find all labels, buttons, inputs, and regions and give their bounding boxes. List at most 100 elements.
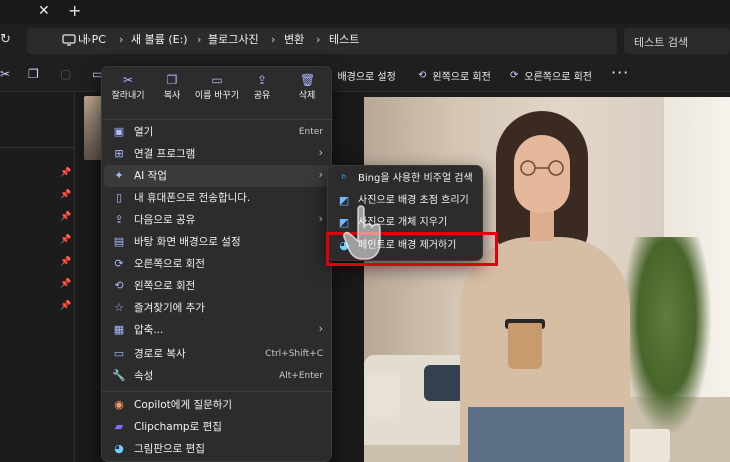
close-tab-icon[interactable]: ✕	[38, 4, 52, 18]
copy-label: 복사	[163, 91, 181, 101]
copy-button[interactable]: ❐ 복사	[149, 73, 195, 113]
set-background-button[interactable]: ▣ 배경으로 설정	[322, 66, 396, 84]
menu-item-open-with[interactable]: ⊞ 연결 프로그램 ›	[104, 143, 331, 165]
pin-icon[interactable]: 📌	[60, 212, 71, 222]
menu-item-label: 열기	[134, 126, 154, 138]
zip-icon: ▦	[113, 323, 125, 336]
shortcut-label: Alt+Enter	[279, 371, 323, 381]
hand-cursor-icon	[343, 205, 381, 260]
plant	[622, 237, 712, 437]
menu-item-ai-actions[interactable]: ✦ AI 작업 ›	[104, 165, 331, 187]
set-background-label: 배경으로 설정	[337, 71, 396, 83]
pin-icon[interactable]: 📌	[60, 190, 71, 200]
menu-item-label: 경로로 복사	[134, 348, 186, 360]
glasses	[520, 160, 564, 176]
menu-item-set-wallpaper[interactable]: ▤ 바탕 화면 배경으로 설정	[104, 231, 331, 253]
search-placeholder: 테스트 검색	[634, 36, 689, 49]
copy-icon: ❐	[166, 73, 178, 87]
menu-divider	[102, 391, 333, 392]
rotate-left-icon: ⟲	[418, 69, 427, 81]
address-row: ↻ › 내 PC › 새 볼륨 (E:) › 블로그사진 › 변환 › 테스트 …	[0, 24, 730, 58]
menu-item-add-favorites[interactable]: ☆ 즐겨찾기에 추가	[104, 297, 331, 319]
chevron-right-icon: ›	[318, 168, 323, 181]
chevron-right-icon: ›	[119, 33, 124, 46]
chevron-right-icon: ›	[318, 146, 323, 159]
menu-item-open[interactable]: ▣ 열기 Enter	[104, 121, 331, 143]
shortcut-label: Ctrl+Shift+C	[265, 349, 323, 359]
share-icon: ⇪	[256, 73, 268, 87]
rename-icon: ▭	[211, 73, 223, 87]
breadcrumb-blog-photos[interactable]: 블로그사진	[208, 33, 259, 47]
scissors-icon: ✂	[122, 73, 134, 87]
menu-item-share-with[interactable]: ⇪ 다음으로 공유 ›	[104, 209, 331, 231]
shortcut-label: Enter	[298, 127, 323, 137]
rotate-right-label: 오른쪽으로 회전	[524, 71, 592, 83]
breadcrumb-test[interactable]: 테스트	[329, 33, 359, 47]
pin-icon[interactable]: 📌	[60, 257, 71, 267]
search-input[interactable]: 테스트 검색	[624, 28, 730, 54]
menu-item-copilot[interactable]: ◉ Copilot에게 질문하기	[104, 394, 331, 416]
menu-item-rotate-right[interactable]: ⟳ 오른쪽으로 회전	[104, 253, 331, 275]
menu-item-label: 내 휴대폰으로 전송합니다.	[134, 192, 251, 204]
pin-icon[interactable]: 📌	[60, 301, 71, 311]
breadcrumb-this-pc[interactable]: 내 PC	[78, 33, 106, 47]
rotate-left-label: 왼쪽으로 회전	[432, 71, 491, 83]
delete-button[interactable]: 🗑 삭제	[284, 73, 330, 113]
menu-item-copy-path[interactable]: ▭ 경로로 복사 Ctrl+Shift+C	[104, 343, 331, 365]
chevron-right-icon: ›	[318, 322, 323, 335]
menu-item-label: Bing을 사용한 비주얼 검색	[358, 173, 473, 184]
menu-item-clipchamp[interactable]: ▰ Clipchamp로 편집	[104, 416, 331, 438]
menu-item-rotate-left[interactable]: ⟲ 왼쪽으로 회전	[104, 275, 331, 297]
menu-item-label: 그림판으로 편집	[134, 443, 205, 455]
menu-item-label: 왼쪽으로 회전	[134, 280, 196, 292]
plant-pot	[626, 429, 670, 462]
copy-icon[interactable]: ❐	[28, 67, 42, 81]
rotate-right-button[interactable]: ⟳ 오른쪽으로 회전	[510, 66, 592, 84]
rotate-right-icon: ⟳	[114, 257, 124, 270]
rename-button[interactable]: ▭ 이름 바꾸기	[194, 73, 240, 113]
refresh-icon[interactable]: ↻	[0, 33, 12, 47]
coffee-cup	[508, 323, 542, 369]
delete-label: 삭제	[298, 91, 316, 101]
menu-item-label: 압축...	[134, 324, 164, 336]
menu-item-properties[interactable]: 🔧 속성 Alt+Enter	[104, 365, 331, 387]
rename-label: 이름 바꾸기	[194, 91, 240, 101]
submenu-item-bing-visual-search[interactable]: ᵇ Bing을 사용한 비주얼 검색	[330, 168, 482, 190]
address-bar[interactable]: › 내 PC › 새 볼륨 (E:) › 블로그사진 › 변환 › 테스트	[27, 28, 617, 54]
share-button[interactable]: ⇪ 공유	[239, 73, 285, 113]
wallpaper-icon: ▤	[113, 235, 125, 248]
nav-divider	[0, 147, 75, 148]
breadcrumb-volume[interactable]: 새 볼륨 (E:)	[131, 33, 188, 47]
menu-item-label: 오른쪽으로 회전	[134, 258, 205, 270]
cut-label: 잘라내기	[111, 91, 145, 101]
bing-icon: ᵇ	[341, 172, 347, 185]
paste-icon[interactable]: ▢	[60, 67, 74, 81]
phone-icon: ▯	[115, 191, 123, 204]
cut-icon[interactable]: ✂	[0, 67, 14, 81]
menu-item-send-to-phone[interactable]: ▯ 내 휴대폰으로 전송합니다.	[104, 187, 331, 209]
menu-item-label: 즐겨찾기에 추가	[134, 302, 205, 314]
chevron-right-icon: ›	[271, 33, 276, 46]
chevron-right-icon: ›	[318, 212, 323, 225]
this-pc-icon	[62, 34, 76, 46]
pin-icon[interactable]: 📌	[60, 279, 71, 289]
context-menu: ✂ 잘라내기 ❐ 복사 ▭ 이름 바꾸기 ⇪ 공유 🗑 삭제 ▣ 열기 Ente…	[101, 66, 333, 462]
new-tab-icon[interactable]: +	[68, 3, 82, 19]
wrench-icon: 🔧	[112, 369, 126, 382]
more-options-icon[interactable]: ···	[611, 63, 629, 82]
rotate-right-icon: ⟳	[510, 69, 519, 81]
rotate-left-icon: ⟲	[114, 279, 124, 292]
menu-item-label: AI 작업	[134, 170, 167, 182]
menu-item-label: Copilot에게 질문하기	[134, 399, 233, 411]
ai-sparkle-icon: ✦	[114, 169, 124, 182]
menu-item-label: 바탕 화면 배경으로 설정	[134, 236, 241, 248]
menu-item-compress[interactable]: ▦ 압축... ›	[104, 319, 331, 341]
menu-item-label: Clipchamp로 편집	[134, 421, 222, 433]
cut-button[interactable]: ✂ 잘라내기	[105, 73, 151, 113]
pin-icon[interactable]: 📌	[60, 168, 71, 178]
pin-icon[interactable]: 📌	[60, 235, 71, 245]
breadcrumb-convert[interactable]: 변환	[284, 33, 304, 47]
menu-item-paint[interactable]: ◕ 그림판으로 편집	[104, 438, 331, 460]
rotate-left-button[interactable]: ⟲ 왼쪽으로 회전	[418, 66, 491, 84]
pillow	[424, 365, 464, 401]
